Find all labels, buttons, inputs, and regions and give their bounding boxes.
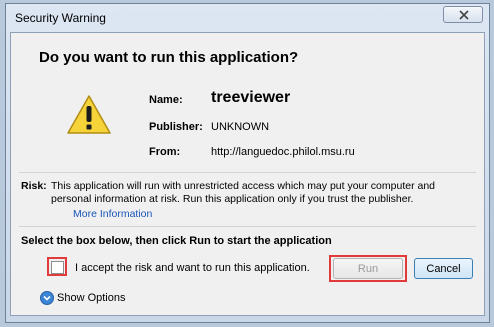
more-information-link[interactable]: More Information [73, 208, 152, 220]
divider [19, 172, 476, 173]
from-label: From: [149, 146, 181, 158]
name-label: Name: [149, 94, 183, 106]
divider [19, 226, 476, 227]
dialog-content: Do you want to run this application? Nam… [10, 32, 485, 316]
publisher-value: UNKNOWN [211, 121, 270, 133]
dialog-question: Do you want to run this application? [39, 49, 299, 66]
chevron-down-icon[interactable] [40, 291, 54, 305]
accept-risk-label[interactable]: I accept the risk and want to run this a… [75, 262, 310, 274]
close-button[interactable] [443, 6, 483, 23]
risk-text: This application will run with unrestric… [51, 180, 436, 205]
application-name: treeviewer [211, 89, 291, 106]
checkbox-highlight [47, 257, 67, 276]
show-options-link[interactable]: Show Options [57, 292, 125, 304]
run-button-highlight [329, 255, 407, 282]
from-value: http://languedoc.philol.msu.ru [211, 146, 355, 158]
security-warning-window: Security Warning Do you want to run this… [5, 3, 490, 323]
warning-icon [67, 95, 111, 134]
window-title: Security Warning [15, 11, 106, 25]
title-bar[interactable]: Security Warning [6, 4, 489, 32]
publisher-label: Publisher: [149, 121, 203, 133]
risk-label: Risk: [21, 180, 47, 192]
select-instruction: Select the box below, then click Run to … [21, 235, 332, 247]
cancel-button[interactable]: Cancel [414, 258, 473, 279]
close-icon [459, 10, 469, 20]
